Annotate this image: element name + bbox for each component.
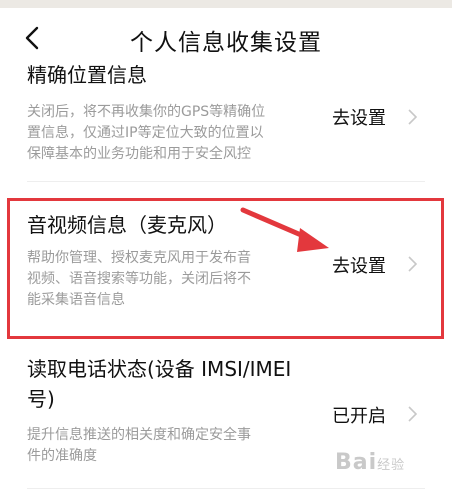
item-description: 关闭后，将不再收集你的GPS等精确位 置信息，仅通过IP等定位大致的位置以 保障…	[27, 104, 266, 162]
divider	[27, 488, 425, 489]
item-title: 精确位置信息	[27, 63, 147, 87]
status-enabled-button[interactable]: 已开启	[332, 402, 386, 428]
highlight-box	[7, 198, 444, 339]
item-description: 提升信息推送的相关度和确定安全事 件的准确度	[27, 427, 251, 464]
page-title: 个人信息收集设置	[130, 30, 322, 56]
watermark-logo: Bai经验	[335, 450, 406, 475]
header-bar: 个人信息收集设置	[0, 8, 452, 66]
go-settings-button[interactable]: 去设置	[332, 104, 386, 130]
setting-item-precise-location[interactable]: 精确位置信息 关闭后，将不再收集你的GPS等精确位 置信息，仅通过IP等定位大致…	[0, 63, 452, 176]
chevron-right-icon	[406, 107, 418, 127]
chevron-right-icon	[406, 404, 418, 424]
status-strip	[0, 0, 452, 8]
divider	[27, 181, 425, 182]
item-title: 读取电话状态(设备 IMSI/IMEI 号)	[27, 357, 292, 411]
